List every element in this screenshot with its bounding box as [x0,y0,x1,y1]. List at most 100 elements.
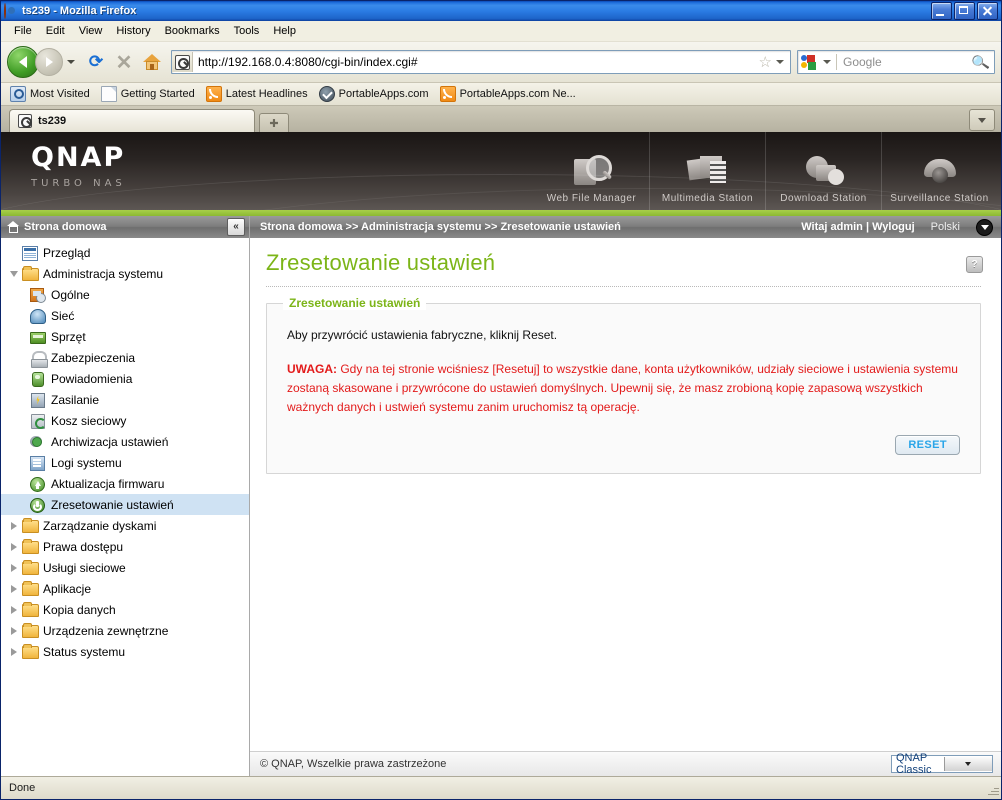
site-favicon [172,52,193,72]
twisty-right-icon[interactable] [7,626,21,635]
home-icon[interactable] [139,49,165,75]
app-label: Download Station [780,193,867,204]
app-label: Multimedia Station [661,193,754,204]
bookmark-star-icon[interactable]: ☆ [759,53,772,71]
bookmark-label: Latest Headlines [225,88,308,100]
close-button[interactable] [977,2,998,20]
multimedia-station-icon [686,153,730,189]
menu-bookmarks[interactable]: Bookmarks [158,23,227,39]
url-input[interactable]: http://192.168.0.4:8080/cgi-bin/index.cg… [193,55,759,69]
sidebar-item-powiadomienia[interactable]: Powiadomienia [1,368,249,389]
sidebar-item-aplikacje[interactable]: Aplikacje [1,578,249,599]
sidebar-item-logi-systemu[interactable]: Logi systemu [1,452,249,473]
twisty-down-icon[interactable] [7,270,21,277]
new-tab-button[interactable]: ✚ [259,113,289,132]
qnap-logo[interactable]: QNAP TURBO NAS [31,144,126,189]
twisty-right-icon[interactable] [7,521,21,530]
history-dropdown-icon[interactable] [67,60,75,64]
twisty-right-icon[interactable] [7,584,21,593]
app-surveillance-station[interactable]: Surveillance Station [881,132,997,210]
breadcrumb-bar: Strona domowa >> Administracja systemu >… [250,216,1001,238]
help-icon[interactable]: ? [966,256,983,273]
sidebar-item-aktualizacja-firmwaru[interactable]: Aktualizacja firmwaru [1,473,249,494]
theme-select[interactable]: QNAP Classic [891,752,993,776]
app-download-station[interactable]: Download Station [765,132,881,210]
search-input[interactable]: Google [837,55,972,69]
sidebar-item-status-systemu[interactable]: Status systemu [1,641,249,662]
bookmark-portableapps-news[interactable]: PortableApps.com Ne... [437,85,582,103]
bookmark-label: Most Visited [30,88,90,100]
stop-icon[interactable]: ✕ [111,49,137,75]
app-web-file-manager[interactable]: Web File Manager [534,132,649,210]
download-station-icon [802,153,846,189]
sidebar-item-archiwizacja-ustawien[interactable]: Archiwizacja ustawień [1,431,249,452]
reset-button[interactable]: RESET [895,435,960,455]
bookmark-most-visited[interactable]: Most Visited [7,85,96,103]
chevron-down-icon[interactable] [943,757,992,771]
sidebar-item-ogolne[interactable]: Ogólne [1,284,249,305]
twisty-right-icon[interactable] [7,542,21,551]
twisty-right-icon[interactable] [7,605,21,614]
sidebar-item-zarzadzanie-dyskami[interactable]: Zarządzanie dyskami [1,515,249,536]
most-visited-icon [10,86,26,102]
bookmark-label: PortableApps.com Ne... [459,88,576,100]
bookmark-getting-started[interactable]: Getting Started [98,85,201,103]
rss-icon [439,86,456,102]
sidebar-item-label: Przegląd [43,245,91,260]
menu-file[interactable]: File [7,23,39,39]
magnifier-icon[interactable]: 🔍 [970,52,990,72]
sidebar-item-kosz-sieciowy[interactable]: Kosz sieciowy [1,410,249,431]
twisty-right-icon[interactable] [7,563,21,572]
sidebar-item-przeglad[interactable]: Przegląd [1,242,249,263]
tab-favicon [18,114,32,128]
sidebar-item-label: Powiadomienia [51,371,133,386]
maximize-button[interactable] [954,2,975,20]
sidebar-item-urzadzenia-zewnetrzne[interactable]: Urządzenia zewnętrzne [1,620,249,641]
sidebar-item-prawa-dostepu[interactable]: Prawa dostępu [1,536,249,557]
menu-help[interactable]: Help [266,23,303,39]
menu-view[interactable]: View [72,23,110,39]
menu-tools[interactable]: Tools [227,23,267,39]
sidebar-item-uslugi-sieciowe[interactable]: Usługi sieciowe [1,557,249,578]
bookmark-label: Getting Started [120,88,195,100]
firefox-window: ts239 - Mozilla Firefox File Edit View H… [0,0,1002,800]
reload-icon[interactable]: ⟳ [83,49,109,75]
bookmark-portableapps[interactable]: PortableApps.com [316,85,435,103]
forward-button[interactable] [35,48,63,76]
url-bar[interactable]: http://192.168.0.4:8080/cgi-bin/index.cg… [171,50,791,74]
sidebar-item-zabezpieczenia[interactable]: Zabezpieczenia [1,347,249,368]
sidebar-item-kopia-danych[interactable]: Kopia danych [1,599,249,620]
page-viewport: QNAP TURBO NAS Web File Manager Multimed… [1,132,1001,776]
sidebar-item-administracja-systemu[interactable]: Administracja systemu [1,263,249,284]
sidebar-item-sprzet[interactable]: Sprzęt [1,326,249,347]
qnap-tagline: TURBO NAS [31,178,126,189]
sidebar-collapse-button[interactable]: « [227,218,245,236]
app-multimedia-station[interactable]: Multimedia Station [649,132,765,210]
menu-history[interactable]: History [109,23,157,39]
search-engine-dropdown-icon[interactable] [823,60,831,64]
reset-icon [29,497,47,513]
language-dropdown-icon[interactable] [976,218,993,236]
user-greeting[interactable]: Witaj admin | Wyloguj [801,221,914,233]
sidebar-item-zasilanie[interactable]: Zasilanie [1,389,249,410]
menu-edit[interactable]: Edit [39,23,72,39]
sidebar-item-label: Zabezpieczenia [51,350,136,365]
sidebar-item-zresetowanie-ustawien[interactable]: Zresetowanie ustawień [1,494,249,515]
search-bar[interactable]: Google 🔍 [797,50,995,74]
bookmark-latest-headlines[interactable]: Latest Headlines [203,85,314,103]
menu-bar: File Edit View History Bookmarks Tools H… [1,21,1001,42]
tab-list-button[interactable] [969,109,995,131]
sidebar-item-siec[interactable]: Sieć [1,305,249,326]
language-label[interactable]: Polski [931,221,960,233]
warning-text: UWAGA: Gdy na tej stronie wciśniesz [Res… [287,360,960,417]
resize-grip[interactable] [985,783,999,797]
twisty-right-icon[interactable] [7,647,21,656]
sidebar-item-label: Kosz sieciowy [51,413,127,428]
google-icon [801,54,818,70]
url-dropdown-icon[interactable] [776,60,784,64]
surveillance-station-icon [918,153,962,189]
tab-ts239[interactable]: ts239 [9,109,255,132]
copyright-text: © QNAP, Wszelkie prawa zastrzeżone [260,758,447,770]
minimize-button[interactable] [931,2,952,20]
reset-panel: Zresetowanie ustawień Aby przywrócić ust… [266,296,981,474]
